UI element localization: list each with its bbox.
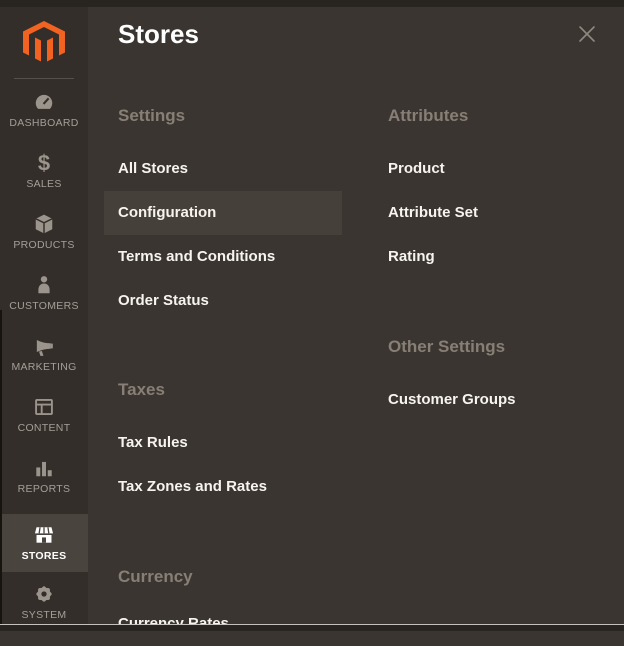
magento-logo[interactable]	[21, 20, 67, 64]
group-item-list: All Stores Configuration Terms and Condi…	[104, 147, 342, 323]
stores-flyout-menu: Stores Settings All Stores Configuration…	[88, 7, 624, 631]
sidebar-item-label: CONTENT	[18, 422, 71, 434]
admin-sidebar: DASHBOARD $ SALES PRODUCTS CUSTOMERS MAR…	[0, 7, 88, 631]
sidebar-item-label: CUSTOMERS	[9, 300, 79, 312]
close-icon	[574, 21, 600, 47]
sidebar-item-label: STORES	[22, 550, 67, 562]
menu-item-all-stores[interactable]: All Stores	[104, 147, 342, 191]
sidebar-item-label: MARKETING	[11, 361, 76, 373]
dashboard-gauge-icon	[33, 91, 55, 113]
person-icon	[33, 274, 55, 296]
svg-text:$: $	[38, 152, 50, 174]
menu-item-tax-zones-and-rates[interactable]: Tax Zones and Rates	[104, 465, 342, 509]
group-item-list: Product Attribute Set Rating	[374, 147, 612, 279]
sidebar-item-customers[interactable]: CUSTOMERS	[0, 263, 88, 323]
storefront-icon	[33, 524, 55, 546]
sidebar-item-content[interactable]: CONTENT	[0, 385, 88, 445]
sidebar-item-label: REPORTS	[18, 483, 71, 495]
menu-item-customer-groups[interactable]: Customer Groups	[374, 378, 612, 422]
layout-icon	[33, 396, 55, 418]
dollar-icon: $	[33, 152, 55, 174]
box-icon	[33, 213, 55, 235]
magento-logo-icon	[23, 21, 65, 63]
group-item-list: Tax Rules Tax Zones and Rates	[104, 421, 342, 509]
sidebar-item-dashboard[interactable]: DASHBOARD	[0, 80, 88, 140]
sidebar-item-label: DASHBOARD	[9, 117, 78, 129]
sidebar-item-products[interactable]: PRODUCTS	[0, 202, 88, 262]
menu-item-tax-rules[interactable]: Tax Rules	[104, 421, 342, 465]
group-attributes: Attributes Product Attribute Set Rating	[374, 99, 612, 279]
page-bottom-edge	[0, 624, 624, 631]
close-button[interactable]	[574, 21, 600, 47]
sidebar-item-marketing[interactable]: MARKETING	[0, 324, 88, 384]
sidebar-item-sales[interactable]: $ SALES	[0, 141, 88, 201]
sidebar-item-label: SALES	[26, 178, 61, 190]
menu-item-rating[interactable]: Rating	[374, 235, 612, 279]
sidebar-item-system[interactable]: SYSTEM	[0, 572, 88, 632]
sidebar-item-label: SYSTEM	[22, 609, 67, 621]
group-title: Currency	[104, 560, 342, 594]
group-title: Taxes	[104, 373, 342, 407]
menu-item-product[interactable]: Product	[374, 147, 612, 191]
megaphone-icon	[33, 335, 55, 357]
menu-item-order-status[interactable]: Order Status	[104, 279, 342, 323]
window-left-edge	[0, 310, 2, 624]
sidebar-divider	[14, 78, 74, 79]
group-settings: Settings All Stores Configuration Terms …	[104, 99, 342, 323]
group-other-settings: Other Settings Customer Groups	[374, 330, 612, 422]
group-title: Attributes	[374, 99, 612, 133]
menu-item-attribute-set[interactable]: Attribute Set	[374, 191, 612, 235]
top-header-strip	[0, 0, 624, 7]
sidebar-item-stores[interactable]: STORES	[0, 514, 88, 572]
group-title: Settings	[104, 99, 342, 133]
group-taxes: Taxes Tax Rules Tax Zones and Rates	[104, 373, 342, 509]
menu-item-terms-and-conditions[interactable]: Terms and Conditions	[104, 235, 342, 279]
gear-icon	[33, 583, 55, 605]
group-item-list: Customer Groups	[374, 378, 612, 422]
group-title: Other Settings	[374, 330, 612, 364]
group-currency: Currency Currency Rates	[104, 560, 342, 646]
flyout-title: Stores	[118, 17, 199, 51]
bar-chart-icon	[33, 457, 55, 479]
sidebar-item-reports[interactable]: REPORTS	[0, 446, 88, 506]
menu-item-configuration[interactable]: Configuration	[104, 191, 342, 235]
sidebar-item-label: PRODUCTS	[13, 239, 74, 251]
